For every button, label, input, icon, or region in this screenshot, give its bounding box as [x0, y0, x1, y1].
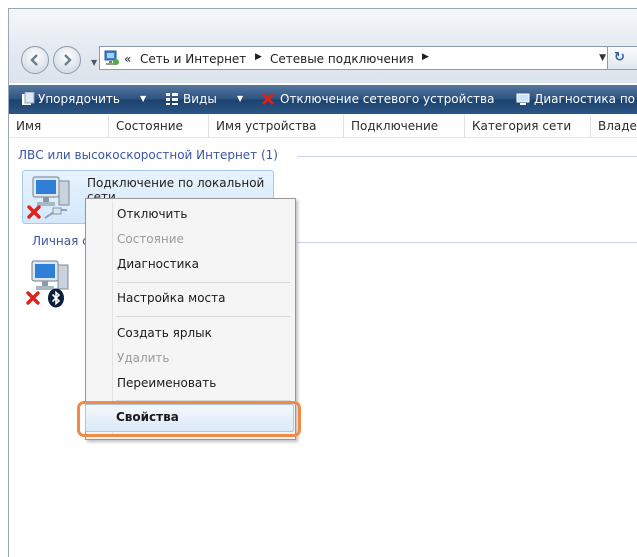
column-divider[interactable] — [464, 115, 465, 137]
column-header-owner[interactable]: Владе — [598, 119, 637, 133]
forward-icon — [64, 54, 72, 66]
diagnose-icon — [516, 93, 530, 105]
organize-button[interactable]: Упорядочить — [38, 92, 120, 106]
menu-item-rename[interactable]: Переименовать — [117, 376, 216, 390]
bluetooth-icon — [48, 288, 64, 308]
column-header-device-name[interactable]: Имя устройства — [216, 119, 317, 133]
menu-item-status[interactable]: Состояние — [117, 232, 184, 246]
back-icon — [30, 54, 38, 66]
menu-item-diagnose[interactable]: Диагностика — [117, 257, 199, 271]
forward-button[interactable] — [53, 46, 81, 74]
column-divider[interactable] — [208, 115, 209, 137]
menu-item-create-shortcut[interactable]: Создать ярлык — [117, 326, 212, 340]
breadcrumb-network-internet[interactable]: Сеть и Интернет — [140, 52, 246, 66]
address-bar[interactable]: « Сеть и Интернет ▶ Сетевые подключения … — [99, 46, 613, 70]
properties-highlight-frame — [77, 401, 301, 437]
breadcrumb-separator-icon[interactable]: ▶ — [422, 52, 429, 62]
network-cable-icon — [44, 207, 67, 219]
group-divider — [297, 156, 637, 157]
network-folder-icon — [104, 50, 119, 65]
refresh-button[interactable]: ↻ — [607, 46, 637, 70]
breadcrumb-network-connections[interactable]: Сетевые подключения — [270, 52, 414, 66]
command-bar: Упорядочить ▼ Виды ▼ Отключение сетевого… — [9, 85, 637, 114]
recent-pages-dropdown[interactable]: ▼ — [91, 58, 97, 67]
menu-item-bridge[interactable]: Настройка моста — [117, 291, 225, 305]
menu-item-disable[interactable]: Отключить — [117, 207, 187, 221]
views-dropdown-icon[interactable]: ▼ — [237, 94, 243, 103]
error-x-icon — [27, 205, 41, 219]
column-divider[interactable] — [590, 115, 591, 137]
column-divider[interactable] — [108, 115, 109, 137]
column-header-status[interactable]: Состояние — [116, 119, 183, 133]
disable-device-button[interactable]: Отключение сетевого устройства — [280, 92, 494, 106]
diagnose-button[interactable]: Диагностика по — [534, 92, 635, 106]
column-header-network-category[interactable]: Категория сети — [472, 119, 571, 133]
disable-icon — [261, 92, 275, 106]
views-button[interactable]: Виды — [183, 92, 217, 106]
organize-icon — [22, 92, 35, 105]
menu-item-delete[interactable]: Удалить — [117, 351, 170, 365]
bluetooth-connection-item[interactable] — [22, 257, 82, 313]
address-dropdown-icon[interactable]: ▼ — [599, 53, 606, 63]
group-divider — [297, 242, 637, 243]
column-header-connection[interactable]: Подключение — [351, 119, 438, 133]
breadcrumb-separator-icon[interactable]: ▶ — [255, 52, 262, 62]
column-headers: Имя Состояние Имя устройства Подключение… — [9, 115, 637, 138]
menu-separator — [116, 282, 291, 283]
refresh-icon: ↻ — [614, 50, 625, 65]
error-x-icon — [26, 291, 40, 305]
group-header-lan[interactable]: ЛВС или высокоскоростной Интернет (1) — [18, 148, 278, 162]
address-prefix: « — [124, 52, 132, 66]
column-divider[interactable] — [343, 115, 344, 137]
group-header-personal-area[interactable]: Личная с — [32, 234, 89, 248]
organize-dropdown-icon[interactable]: ▼ — [140, 94, 146, 103]
views-icon — [166, 93, 178, 105]
navigation-bar: ▼ « Сеть и Интернет ▶ Сетевые подключени… — [9, 9, 637, 83]
column-header-name[interactable]: Имя — [16, 119, 41, 133]
back-button[interactable] — [21, 46, 49, 74]
menu-separator — [116, 316, 291, 317]
